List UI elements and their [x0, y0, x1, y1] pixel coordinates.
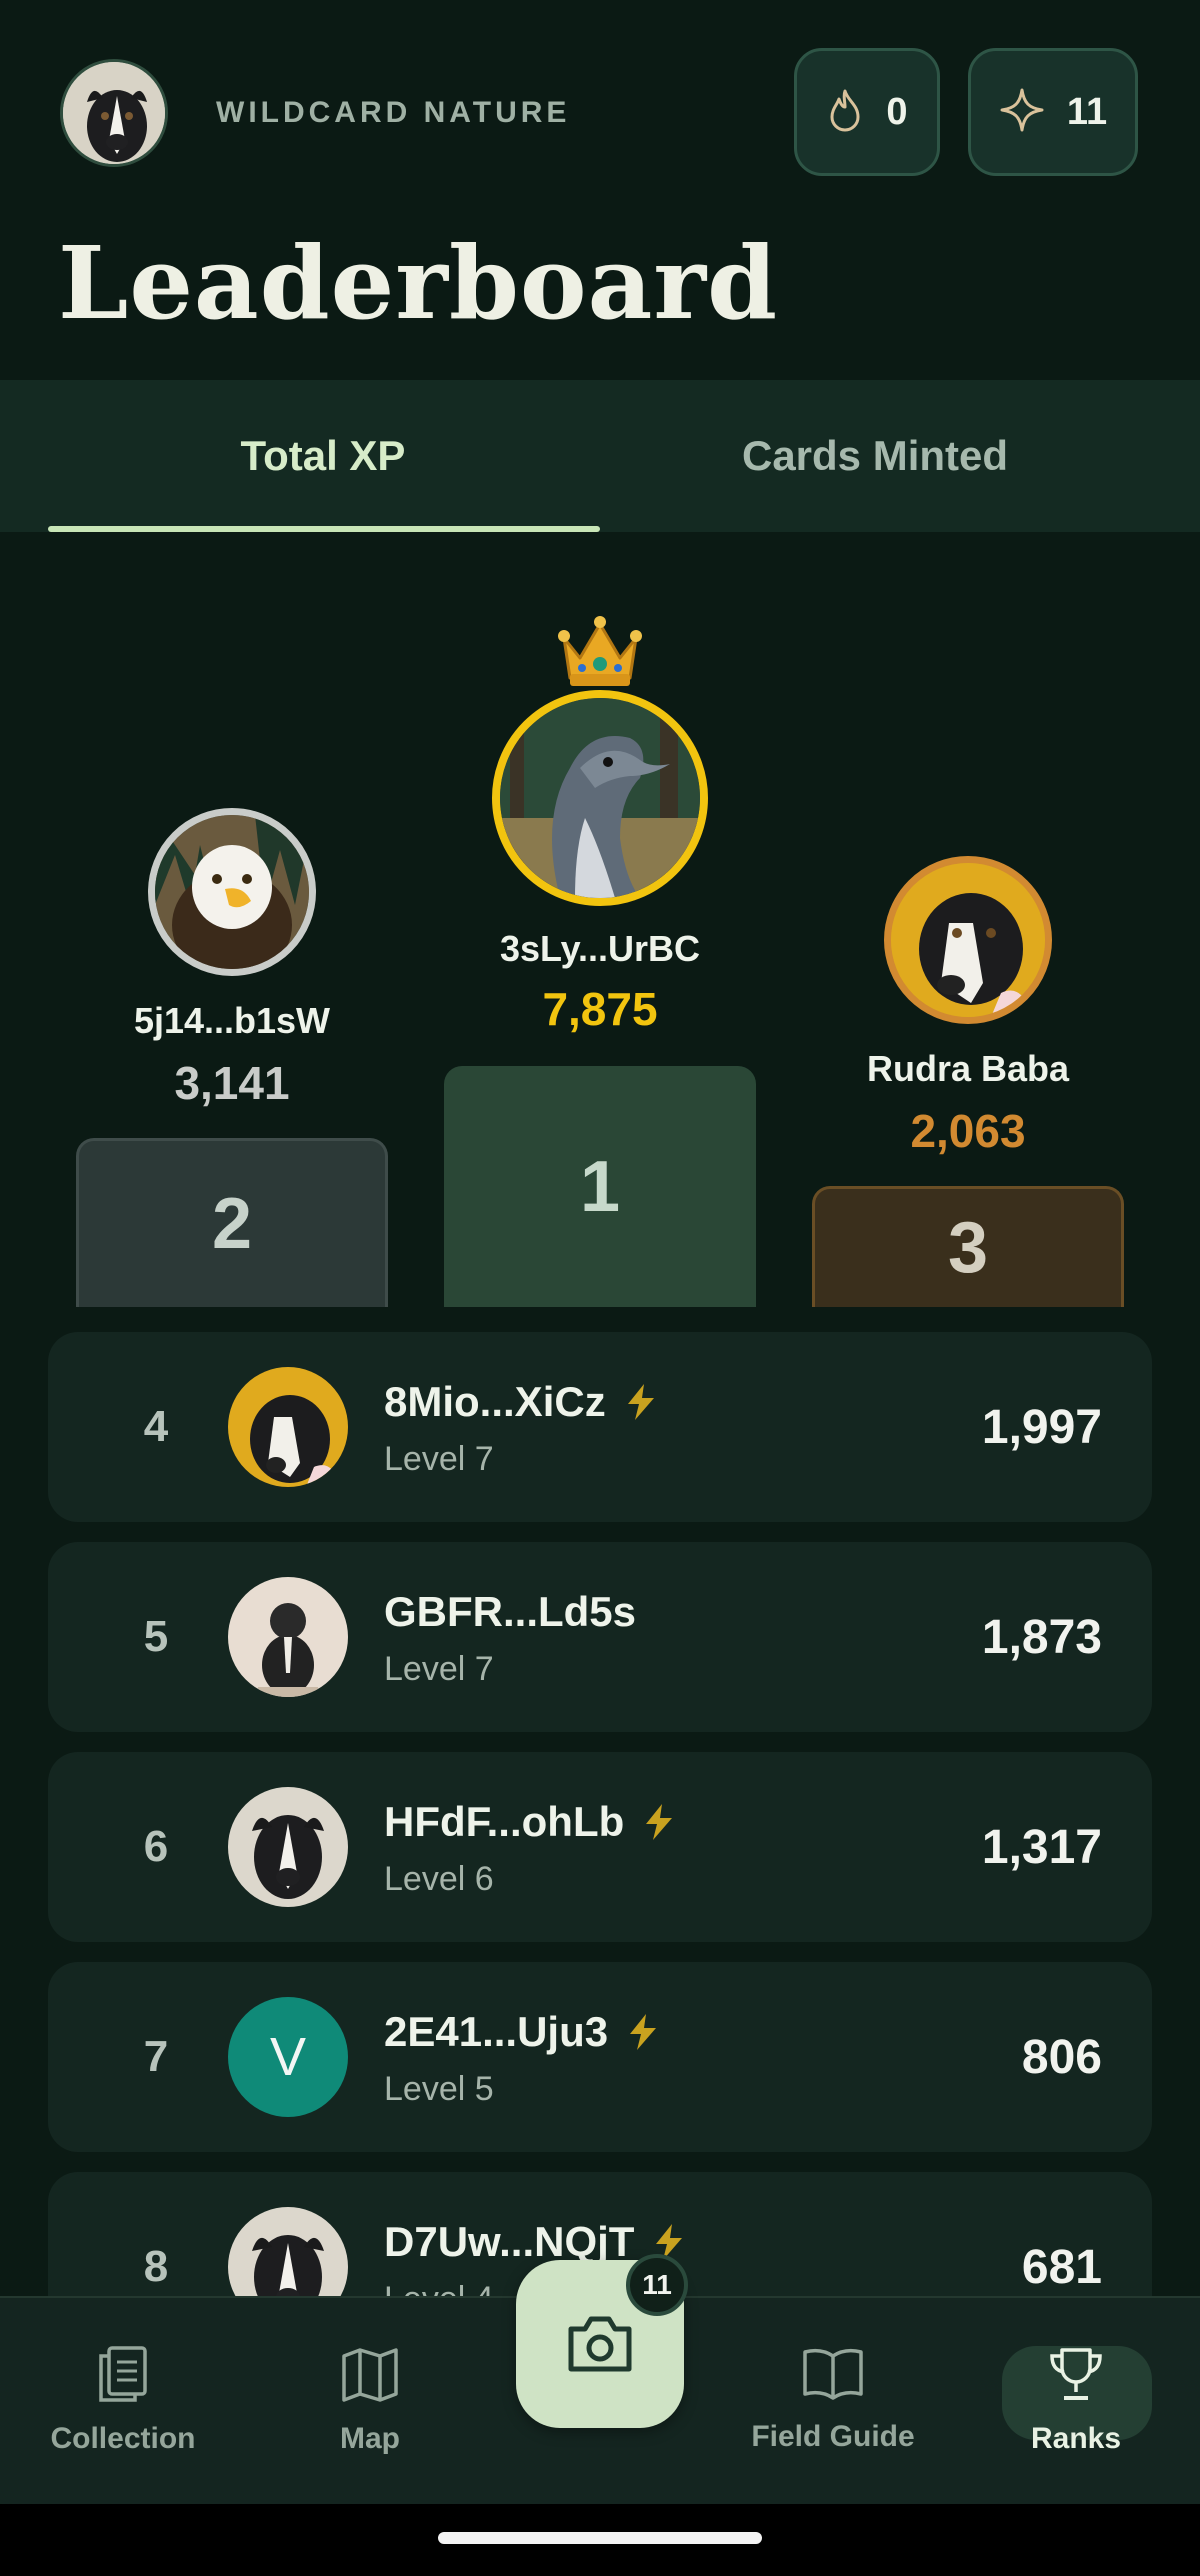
row-name-text: 2E41...Uju3	[384, 2008, 609, 2055]
third-place-name: Rudra Baba	[866, 1048, 1070, 1089]
first-place-avatar[interactable]	[492, 690, 708, 906]
leaderboard-row[interactable]: 4 8Mio...XiCz Level 7 1,997	[48, 1332, 1152, 1522]
row-rank: 4	[143, 1402, 169, 1451]
first-place-name: 3sLy...UrBC	[499, 928, 701, 969]
row-name: HFdF...ohLb	[384, 1798, 676, 1846]
page-title: Leaderboard	[58, 224, 778, 342]
leaderboard-row[interactable]: 6 HFdF...ohLb Level 6 1,317	[48, 1752, 1152, 1942]
row-score: 1,873	[981, 1610, 1102, 1664]
streak-count: 0	[886, 90, 908, 133]
podium-block-second: 2	[76, 1138, 388, 1307]
nav-ranks-label: Ranks	[1030, 2422, 1122, 2455]
row-score: 1,317	[981, 1820, 1102, 1874]
map-icon	[342, 2348, 398, 2402]
row-rank: 5	[143, 1612, 169, 1661]
row-avatar-initial: V	[228, 1997, 348, 2117]
row-score: 1,997	[981, 1400, 1102, 1454]
camera-count-badge: 11	[626, 2254, 688, 2316]
tab-cards-minted[interactable]: Cards Minted	[600, 380, 1150, 532]
nav-map[interactable]: Map	[290, 2296, 450, 2504]
app-name: WILDCARD NATURE	[216, 96, 571, 129]
row-name-text: 8Mio...XiCz	[384, 1378, 606, 1425]
stars-pill[interactable]: 11	[968, 48, 1138, 176]
stars-count: 11	[1066, 90, 1108, 133]
book-icon	[803, 2348, 863, 2400]
row-rank: 7	[143, 2032, 169, 2081]
row-level: Level 7	[384, 1440, 494, 1478]
collection-icon	[99, 2346, 147, 2402]
lightning-icon	[646, 1804, 673, 1840]
tab-total-xp[interactable]: Total XP	[48, 380, 598, 532]
leaderboard-row[interactable]: 5 GBFR...Ld5s Level 7 1,873	[48, 1542, 1152, 1732]
lightning-icon	[630, 2014, 657, 2050]
nav-field-guide-label: Field Guide	[751, 2420, 915, 2453]
second-place-name: 5j14...b1sW	[133, 1000, 331, 1041]
header: WILDCARD NATURE 0 11 Leaderboard	[0, 0, 1200, 380]
third-place-score: 2,063	[910, 1105, 1026, 1157]
podium-block-first: 1	[444, 1066, 756, 1307]
row-level: Level 7	[384, 1650, 494, 1688]
row-avatar	[228, 1787, 348, 1907]
row-name-text: D7Uw...NQjT	[384, 2218, 635, 2265]
row-name: GBFR...Ld5s	[384, 1588, 636, 1636]
avatar-initial: V	[269, 2027, 307, 2087]
nav-field-guide[interactable]: Field Guide	[740, 2296, 926, 2504]
nav-ranks[interactable]: Ranks	[1000, 2296, 1152, 2504]
lightning-icon	[627, 1384, 654, 1420]
third-place-avatar[interactable]	[884, 856, 1052, 1024]
row-rank: 6	[143, 1822, 169, 1871]
row-score: 806	[1021, 2030, 1102, 2084]
row-name: 8Mio...XiCz	[384, 1378, 658, 1426]
profile-avatar[interactable]	[60, 59, 168, 167]
crown-icon	[558, 616, 642, 686]
second-place-avatar[interactable]	[148, 808, 316, 976]
first-place-score: 7,875	[542, 983, 658, 1035]
row-avatar	[228, 1367, 348, 1487]
row-name: 2E41...Uju3	[384, 2008, 660, 2056]
camera-icon	[568, 2316, 632, 2372]
trophy-icon	[1050, 2348, 1102, 2400]
tab-bar: Total XP Cards Minted	[0, 380, 1200, 532]
leaderboard-row[interactable]: 7 V 2E41...Uju3 Level 5 806	[48, 1962, 1152, 2152]
second-place-score: 3,141	[174, 1057, 290, 1109]
row-name-text: HFdF...ohLb	[384, 1798, 625, 1845]
nav-collection[interactable]: Collection	[30, 2296, 216, 2504]
nav-collection-label: Collection	[50, 2422, 196, 2455]
row-level: Level 6	[384, 1860, 494, 1898]
row-level: Level 5	[384, 2070, 494, 2108]
nav-map-label: Map	[340, 2422, 400, 2455]
streak-pill[interactable]: 0	[794, 48, 940, 176]
home-indicator[interactable]	[438, 2532, 762, 2544]
row-avatar	[228, 1577, 348, 1697]
podium: 5j14...b1sW 3,141 3sLy...UrBC 7,875 Rudr…	[0, 532, 1200, 1307]
row-name-text: GBFR...Ld5s	[384, 1588, 637, 1635]
podium-block-third: 3	[812, 1186, 1124, 1307]
sparkle-icon	[999, 87, 1045, 138]
flame-icon	[826, 87, 864, 138]
